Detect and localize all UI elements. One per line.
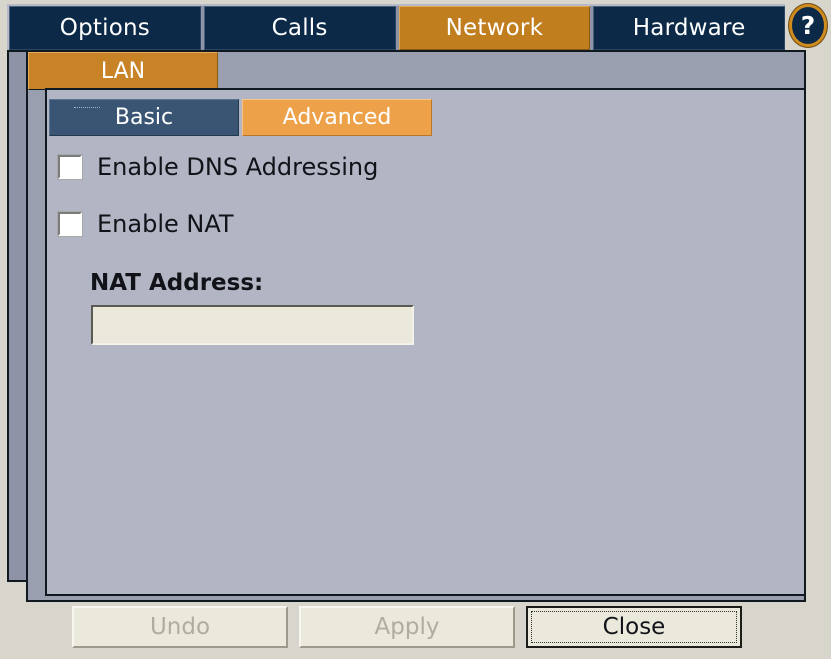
undo-button[interactable]: Undo	[72, 606, 288, 648]
checkbox-enable-dns-addressing-label: Enable DNS Addressing	[97, 153, 379, 181]
sub-tab-lan[interactable]: LAN	[28, 52, 218, 90]
lan-tab-row: LAN	[28, 52, 804, 90]
main-tab-bar: Options Calls Network Hardware	[7, 4, 785, 50]
help-icon[interactable]: ?	[789, 4, 827, 47]
tab-basic-label: Basic	[114, 105, 174, 130]
close-button[interactable]: Close	[526, 606, 742, 648]
tab-options-label: Options	[59, 15, 150, 41]
tab-basic[interactable]: Basic	[49, 99, 239, 136]
checkbox-enable-nat[interactable]	[58, 212, 82, 236]
checkbox-row-enable-dns-addressing[interactable]: Enable DNS Addressing	[58, 153, 378, 181]
checkbox-enable-dns-addressing[interactable]	[58, 155, 82, 179]
help-glyph: ?	[800, 11, 816, 40]
sub-tab-lan-label: LAN	[100, 58, 146, 84]
tab-calls[interactable]: Calls	[203, 6, 396, 50]
nat-address-input[interactable]	[91, 305, 414, 345]
tab-hardware-label: Hardware	[632, 15, 746, 41]
checkbox-enable-nat-label: Enable NAT	[97, 210, 234, 238]
nat-address-label: NAT Address:	[90, 270, 264, 296]
apply-button[interactable]: Apply	[299, 606, 515, 648]
tab-hardware[interactable]: Hardware	[593, 6, 785, 50]
tab-calls-label: Calls	[271, 15, 328, 41]
undo-button-label: Undo	[149, 614, 211, 640]
close-button-label: Close	[602, 614, 666, 640]
tab-options[interactable]: Options	[9, 6, 201, 50]
checkbox-row-enable-nat[interactable]: Enable NAT	[58, 210, 234, 238]
tab-advanced-label: Advanced	[282, 105, 392, 130]
tab-network[interactable]: Network	[398, 6, 591, 50]
apply-button-label: Apply	[374, 614, 440, 640]
section-tab-row: Basic Advanced	[49, 99, 432, 136]
tab-network-label: Network	[445, 15, 544, 41]
tab-advanced[interactable]: Advanced	[242, 99, 432, 136]
focus-indicator	[74, 107, 100, 111]
